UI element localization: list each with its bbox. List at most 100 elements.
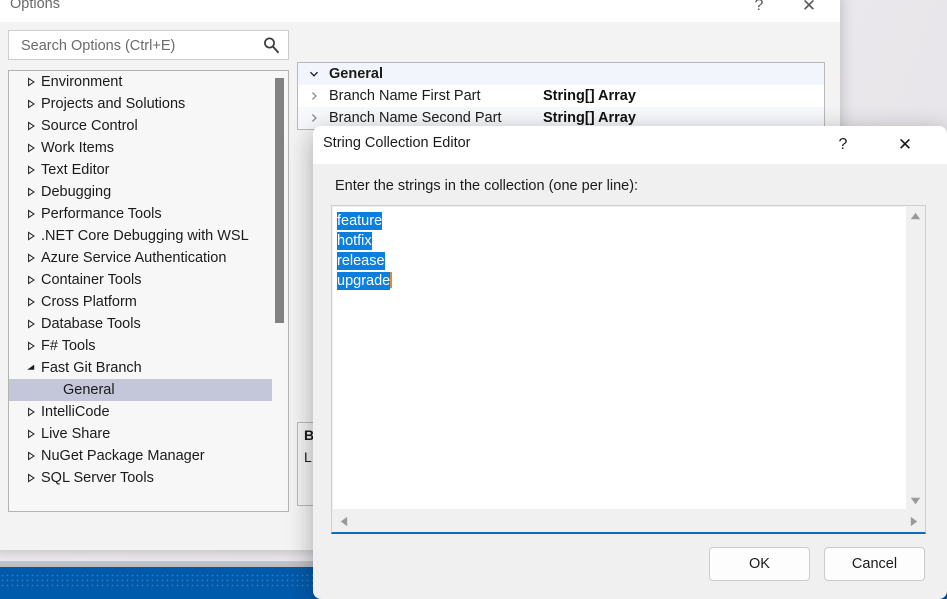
scroll-right-arrow-icon[interactable] <box>905 513 922 530</box>
sidebar-item-general[interactable]: General <box>9 379 273 401</box>
triangle-right-icon[interactable] <box>25 401 37 423</box>
string-list-textarea[interactable]: featurehotfix release upgrade <box>333 207 906 509</box>
sidebar-item-label: Projects and Solutions <box>41 96 185 112</box>
help-icon[interactable]: ? <box>821 126 865 164</box>
sidebar-item-fast-git-branch[interactable]: Fast Git Branch <box>9 357 273 379</box>
triangle-right-icon[interactable] <box>25 467 37 489</box>
sidebar-item-label: Database Tools <box>41 316 141 332</box>
sidebar-item-label: Cross Platform <box>41 294 137 310</box>
list-item[interactable]: hotfix <box>337 231 906 251</box>
search-icon <box>262 36 281 55</box>
sidebar-item-live-share[interactable]: Live Share <box>9 423 273 445</box>
sidebar-item-source-control[interactable]: Source Control <box>9 115 273 137</box>
cancel-button[interactable]: Cancel <box>824 547 925 581</box>
table-row[interactable]: Branch Name First Part String[] Array <box>298 85 824 107</box>
triangle-right-icon[interactable] <box>25 313 37 335</box>
list-item[interactable]: release <box>337 251 906 271</box>
search-input[interactable] <box>19 31 258 61</box>
close-icon[interactable]: ✕ <box>786 0 832 22</box>
triangle-right-icon[interactable] <box>25 269 37 291</box>
string-collection-editor-area[interactable]: featurehotfix release upgrade <box>331 205 926 534</box>
close-icon[interactable]: ✕ <box>883 126 927 164</box>
property-name: Branch Name First Part <box>329 85 481 107</box>
string-collection-editor-dialog: String Collection Editor ? ✕ Enter the s… <box>313 126 947 599</box>
list-item-text: upgrade <box>337 272 390 290</box>
triangle-right-icon[interactable] <box>25 137 37 159</box>
vertical-scrollbar[interactable] <box>907 207 924 509</box>
sidebar-item-label: SQL Server Tools <box>41 470 154 486</box>
sidebar-item-label: Debugging <box>41 184 111 200</box>
search-options-box[interactable] <box>8 30 289 60</box>
tree-scrollbar[interactable] <box>272 72 287 510</box>
sidebar-item-label: Container Tools <box>41 272 142 288</box>
dialog-prompt-label: Enter the strings in the collection (one… <box>335 178 638 194</box>
list-item[interactable]: upgrade <box>337 271 906 291</box>
sidebar-item-sql-server-tools[interactable]: SQL Server Tools <box>9 467 273 489</box>
triangle-right-icon[interactable] <box>25 423 37 445</box>
triangle-right-icon[interactable] <box>25 335 37 357</box>
triangle-right-icon[interactable] <box>25 93 37 115</box>
property-grid[interactable]: General Branch Name First Part String[] … <box>297 62 825 130</box>
sidebar-item-performance-tools[interactable]: Performance Tools <box>9 203 273 225</box>
sidebar-item-f-tools[interactable]: F# Tools <box>9 335 273 357</box>
horizontal-scrollbar[interactable] <box>333 510 924 532</box>
sidebar-item-environment[interactable]: Environment <box>9 71 273 93</box>
sidebar-item-label: .NET Core Debugging with WSL <box>41 228 249 244</box>
triangle-down-icon[interactable] <box>25 357 37 379</box>
sidebar-item-intellicode[interactable]: IntelliCode <box>9 401 273 423</box>
triangle-right-icon[interactable] <box>25 181 37 203</box>
list-item-text: release <box>337 252 385 270</box>
sidebar-item-cross-platform[interactable]: Cross Platform <box>9 291 273 313</box>
triangle-right-icon[interactable] <box>25 203 37 225</box>
list-item-text: hotfix <box>337 232 372 250</box>
scroll-down-arrow-icon[interactable] <box>907 492 924 509</box>
sidebar-item-text-editor[interactable]: Text Editor <box>9 159 273 181</box>
triangle-right-icon[interactable] <box>25 71 37 93</box>
sidebar-item-projects-and-solutions[interactable]: Projects and Solutions <box>9 93 273 115</box>
screen: Options ? ✕ Environment Projects and Solu… <box>0 0 947 599</box>
triangle-right-icon[interactable] <box>25 225 37 247</box>
chevron-right-icon[interactable] <box>307 85 321 107</box>
description-text: L <box>304 449 312 465</box>
sidebar-item-label: Live Share <box>41 426 110 442</box>
options-category-tree[interactable]: Environment Projects and Solutions Source … <box>8 70 289 512</box>
options-title-bar: Options ? ✕ <box>0 0 840 22</box>
text-caret <box>390 272 392 288</box>
triangle-right-icon[interactable] <box>25 115 37 137</box>
sidebar-item-label: General <box>63 382 115 398</box>
scroll-up-arrow-icon[interactable] <box>907 207 924 224</box>
triangle-right-icon[interactable] <box>25 291 37 313</box>
sidebar-item-net-core-debugging-with-wsl[interactable]: .NET Core Debugging with WSL <box>9 225 273 247</box>
sidebar-item-database-tools[interactable]: Database Tools <box>9 313 273 335</box>
triangle-right-icon[interactable] <box>25 159 37 181</box>
sidebar-item-debugging[interactable]: Debugging <box>9 181 273 203</box>
sidebar-item-label: Work Items <box>41 140 114 156</box>
property-category-row[interactable]: General <box>298 63 824 85</box>
sidebar-item-container-tools[interactable]: Container Tools <box>9 269 273 291</box>
sidebar-item-label: Text Editor <box>41 162 110 178</box>
sidebar-item-label: IntelliCode <box>41 404 110 420</box>
options-window-title: Options <box>10 0 60 12</box>
triangle-right-icon[interactable] <box>25 445 37 467</box>
help-icon[interactable]: ? <box>736 0 782 22</box>
triangle-right-icon[interactable] <box>25 247 37 269</box>
sidebar-item-label: NuGet Package Manager <box>41 448 205 464</box>
chevron-down-icon[interactable] <box>307 63 321 85</box>
property-value[interactable]: String[] Array <box>543 85 636 107</box>
property-category-label: General <box>329 63 383 85</box>
dialog-title-bar: String Collection Editor ? ✕ <box>313 126 947 164</box>
tree-scrollbar-thumb[interactable] <box>275 78 284 323</box>
sidebar-item-nuget-package-manager[interactable]: NuGet Package Manager <box>9 445 273 467</box>
list-item[interactable]: feature <box>337 211 906 231</box>
ok-button[interactable]: OK <box>709 547 810 581</box>
sidebar-item-label: Source Control <box>41 118 138 134</box>
sidebar-item-label: Performance Tools <box>41 206 162 222</box>
scroll-left-arrow-icon[interactable] <box>335 513 352 530</box>
sidebar-item-work-items[interactable]: Work Items <box>9 137 273 159</box>
dialog-button-row: OK Cancel <box>709 547 925 581</box>
sidebar-item-label: F# Tools <box>41 338 96 354</box>
tree-list[interactable]: Environment Projects and Solutions Source … <box>9 71 273 511</box>
sidebar-item-azure-service-authentication[interactable]: Azure Service Authentication <box>9 247 273 269</box>
sidebar-item-label: Environment <box>41 74 122 90</box>
sidebar-item-label: Azure Service Authentication <box>41 250 226 266</box>
